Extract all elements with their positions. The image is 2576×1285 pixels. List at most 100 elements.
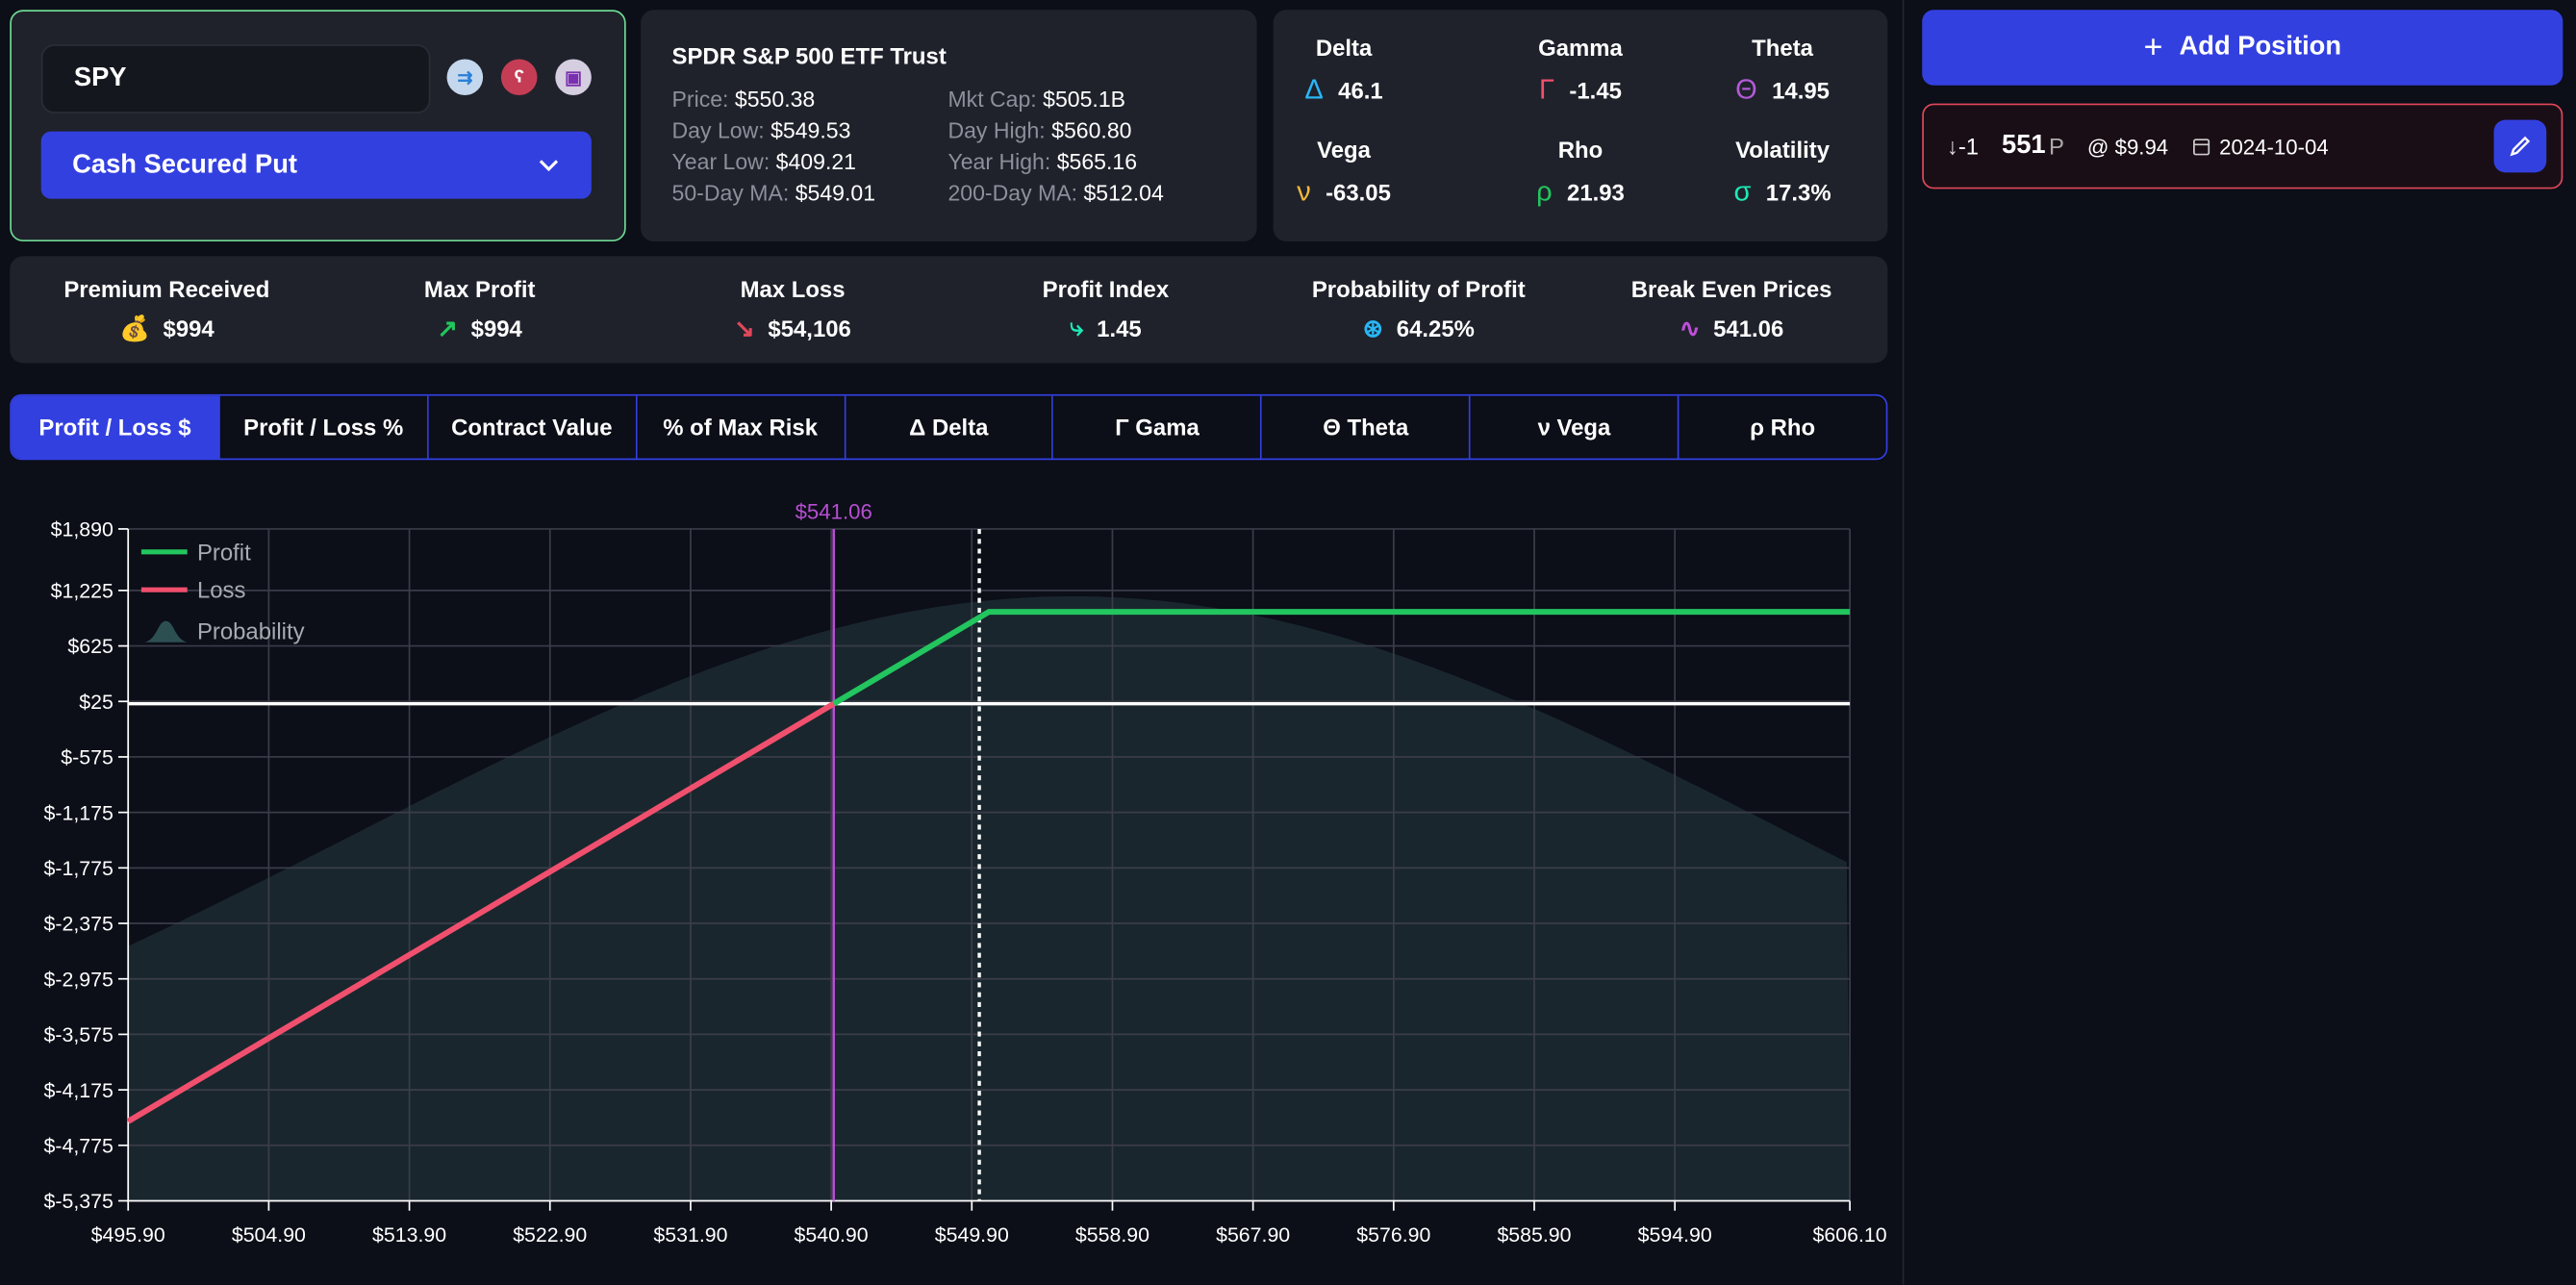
quote-label: 200-Day MA: [947, 180, 1078, 206]
stat-label: Probability of Profit [1311, 275, 1526, 303]
gamma-symbol-icon: Γ [1539, 73, 1555, 106]
x-tick-label: $567.90 [1216, 1223, 1290, 1247]
y-tick-label: $-5,375 [44, 1190, 114, 1213]
pulse-icon: ∿ [1679, 315, 1701, 343]
y-tick-label: $1,890 [51, 518, 114, 542]
greek-gamma: Gamma Γ -1.45 [1482, 35, 1679, 107]
tab-gama[interactable]: Γ Gama [1053, 395, 1263, 459]
stat-value: $994 [470, 315, 522, 342]
stat-value-row: ∿ 541.06 [1575, 314, 1888, 343]
money-bag-icon: 💰 [118, 315, 150, 343]
legend-loss-label: Loss [197, 578, 246, 604]
x-tick-label: $606.10 [1813, 1223, 1887, 1247]
quote-value: $550.38 [734, 87, 816, 113]
quote-row: Price: $550.38 [672, 88, 816, 113]
greek-vega: Vega ν -63.05 [1246, 137, 1443, 209]
legend-profit-label: Profit [197, 540, 251, 566]
greek-value-row: σ 17.3% [1684, 176, 1881, 209]
quote-row: Day Low: $549.53 [672, 118, 851, 143]
y-tick-label: $-3,575 [44, 1023, 114, 1046]
y-tick-label: $-4,775 [44, 1134, 114, 1157]
x-tick-label: $576.90 [1356, 1223, 1430, 1247]
stat-value-row: ⊛ 64.25% [1262, 314, 1576, 343]
y-tick-label: $-2,375 [44, 913, 114, 936]
add-position-label: Add Position [2179, 33, 2342, 62]
screen-icon[interactable]: ▣ [555, 59, 592, 96]
stat-label: Max Profit [423, 275, 536, 303]
legend-probability-label: Probability [197, 618, 305, 644]
stat-value-row: ↗ $994 [323, 314, 637, 343]
quote-value: $549.01 [795, 180, 876, 206]
greek-value: 21.93 [1567, 179, 1625, 206]
y-tick-label: $25 [79, 691, 114, 714]
quote-value: $505.1B [1043, 87, 1126, 113]
security-name: SPDR S&P 500 ETF Trust [671, 42, 947, 69]
greeks-panel: Delta Δ 46.1 Gamma Γ -1.45 Theta Θ 14.95 Vega ν -63… [1273, 10, 1888, 242]
stat-item: Max Profit ↗ $994 [323, 276, 637, 343]
greek-label: Volatility [1735, 136, 1831, 164]
greek-label: Rho [1557, 136, 1604, 164]
bear-icon[interactable]: ʕ [500, 59, 538, 96]
tab-theta[interactable]: Θ Theta [1262, 395, 1471, 459]
calendar-icon [2192, 139, 2210, 156]
greek-label: Vega [1317, 136, 1371, 164]
x-tick-label: $549.90 [935, 1223, 1009, 1247]
symbol-input[interactable] [40, 44, 431, 113]
greek-value: 14.95 [1772, 77, 1830, 104]
chevron-down-icon [539, 159, 559, 171]
stat-label: Premium Received [63, 275, 270, 303]
greek-delta: Delta Δ 46.1 [1246, 35, 1443, 107]
quote-label: Day Low: [671, 117, 765, 143]
quote-label: Price: [671, 87, 729, 113]
x-tick-label: $594.90 [1638, 1223, 1712, 1247]
pnl-chart: $495.90 $504.90 $513.90 $522.90 $531.90 $540.… [44, 500, 1887, 1247]
quote-label: Year Low: [671, 149, 770, 175]
app: ⇉ ʕ ▣ Cash Secured Put SPDR S&P 500 ETF … [0, 0, 2576, 1285]
broker-transfer-icon[interactable]: ⇉ [446, 59, 484, 96]
stat-item: Max Loss ↘ $54,106 [636, 276, 949, 343]
quote-row: 50-Day MA: $549.01 [672, 181, 876, 206]
y-tick-label: $-4,175 [44, 1079, 114, 1102]
x-tick-label: $585.90 [1497, 1223, 1571, 1247]
tab-profit-loss[interactable]: Profit / Loss % [219, 395, 429, 459]
chart-legend: Profit Loss Probability [140, 540, 305, 644]
quote-label: 50-Day MA: [671, 180, 790, 206]
x-tick-label: $531.90 [653, 1223, 727, 1247]
greek-volatility: Volatility σ 17.3% [1684, 137, 1881, 209]
edit-position-button[interactable] [2493, 119, 2547, 173]
stat-item: Profit Index ⤷ 1.45 [948, 276, 1262, 341]
tab-of-max-risk[interactable]: % of Max Risk [637, 395, 846, 459]
position-qty: -1 [1957, 133, 1980, 160]
stat-item: Probability of Profit ⊛ 64.25% [1262, 276, 1576, 343]
greek-value: 46.1 [1338, 77, 1383, 104]
quote-value: $560.80 [1051, 117, 1132, 143]
plus-icon: + [2143, 28, 2163, 65]
search-dollar-icon: ⊛ [1362, 315, 1384, 343]
position-item[interactable]: ↓ -1 551 P @ $9.94 2024-10-04 [1922, 103, 2563, 189]
position-price: @ $9.94 [2086, 134, 2169, 159]
chart-down-icon: ↘ [734, 315, 755, 343]
greek-value-row: ρ 21.93 [1482, 176, 1679, 209]
strategy-label: Cash Secured Put [72, 150, 298, 179]
stat-value: 1.45 [1097, 315, 1142, 341]
chart-up-icon: ↗ [437, 315, 458, 343]
rho-symbol-icon: ρ [1536, 175, 1553, 208]
greek-value-row: Δ 46.1 [1246, 74, 1443, 107]
quote-label: Mkt Cap: [947, 87, 1037, 113]
chart-tabs: Profit / Loss $ Profit / Loss % Contract V… [10, 393, 1888, 461]
y-tick-label: $625 [67, 635, 113, 658]
add-position-button[interactable]: + Add Position [1922, 10, 2563, 86]
greek-value: 17.3% [1765, 179, 1831, 206]
quote-row: Year Low: $409.21 [672, 149, 856, 174]
sidebar-divider [1902, 0, 1905, 1285]
tab-vega[interactable]: ν Vega [1470, 395, 1679, 459]
greek-value: -1.45 [1569, 77, 1622, 104]
quote-row: Year High: $565.16 [947, 149, 1137, 174]
stat-value-row: 💰 $994 [10, 314, 323, 343]
tab-rho[interactable]: ρ Rho [1679, 395, 1886, 459]
tab-profit-loss[interactable]: Profit / Loss $ [11, 395, 220, 459]
strategy-dropdown[interactable]: Cash Secured Put [40, 131, 592, 199]
tab-contract-value[interactable]: Contract Value [428, 395, 638, 459]
x-tick-label: $495.90 [91, 1223, 165, 1247]
tab-delta[interactable]: Δ Delta [845, 395, 1054, 459]
